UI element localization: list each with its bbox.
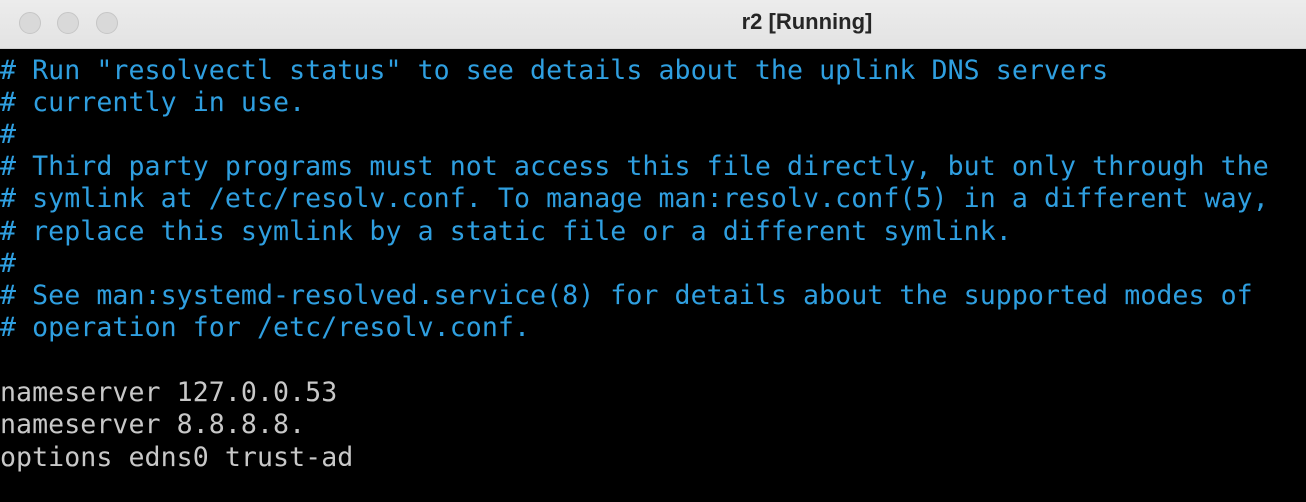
vm-window: r2 [Running] # Run "resolvectl status" t… bbox=[0, 0, 1306, 502]
terminal-line: # See man:systemd-resolved.service(8) fo… bbox=[0, 280, 1253, 311]
window-title: r2 [Running] bbox=[741, 9, 873, 34]
terminal-line: nameserver 8.8.8.8. bbox=[0, 409, 306, 440]
terminal-line: # Run "resolvectl status" to see details… bbox=[0, 55, 1109, 86]
terminal-line: # operation for /etc/resolv.conf. bbox=[0, 312, 531, 343]
terminal-line: # symlink at /etc/resolv.conf. To manage… bbox=[0, 183, 1269, 214]
terminal-line: # Third party programs must not access t… bbox=[0, 151, 1269, 182]
terminal-line: # replace this symlink by a static file … bbox=[0, 216, 1012, 247]
terminal-line: # bbox=[0, 248, 17, 279]
title-bar[interactable]: r2 [Running] bbox=[0, 0, 1306, 49]
terminal-screen[interactable]: # Run "resolvectl status" to see details… bbox=[0, 49, 1306, 502]
terminal-line: nameserver 127.0.0.53 bbox=[0, 377, 338, 408]
terminal-line: options edns0 trust-ad bbox=[0, 442, 354, 473]
terminal-line: # currently in use. bbox=[0, 87, 306, 118]
terminal-line: # bbox=[0, 119, 17, 150]
